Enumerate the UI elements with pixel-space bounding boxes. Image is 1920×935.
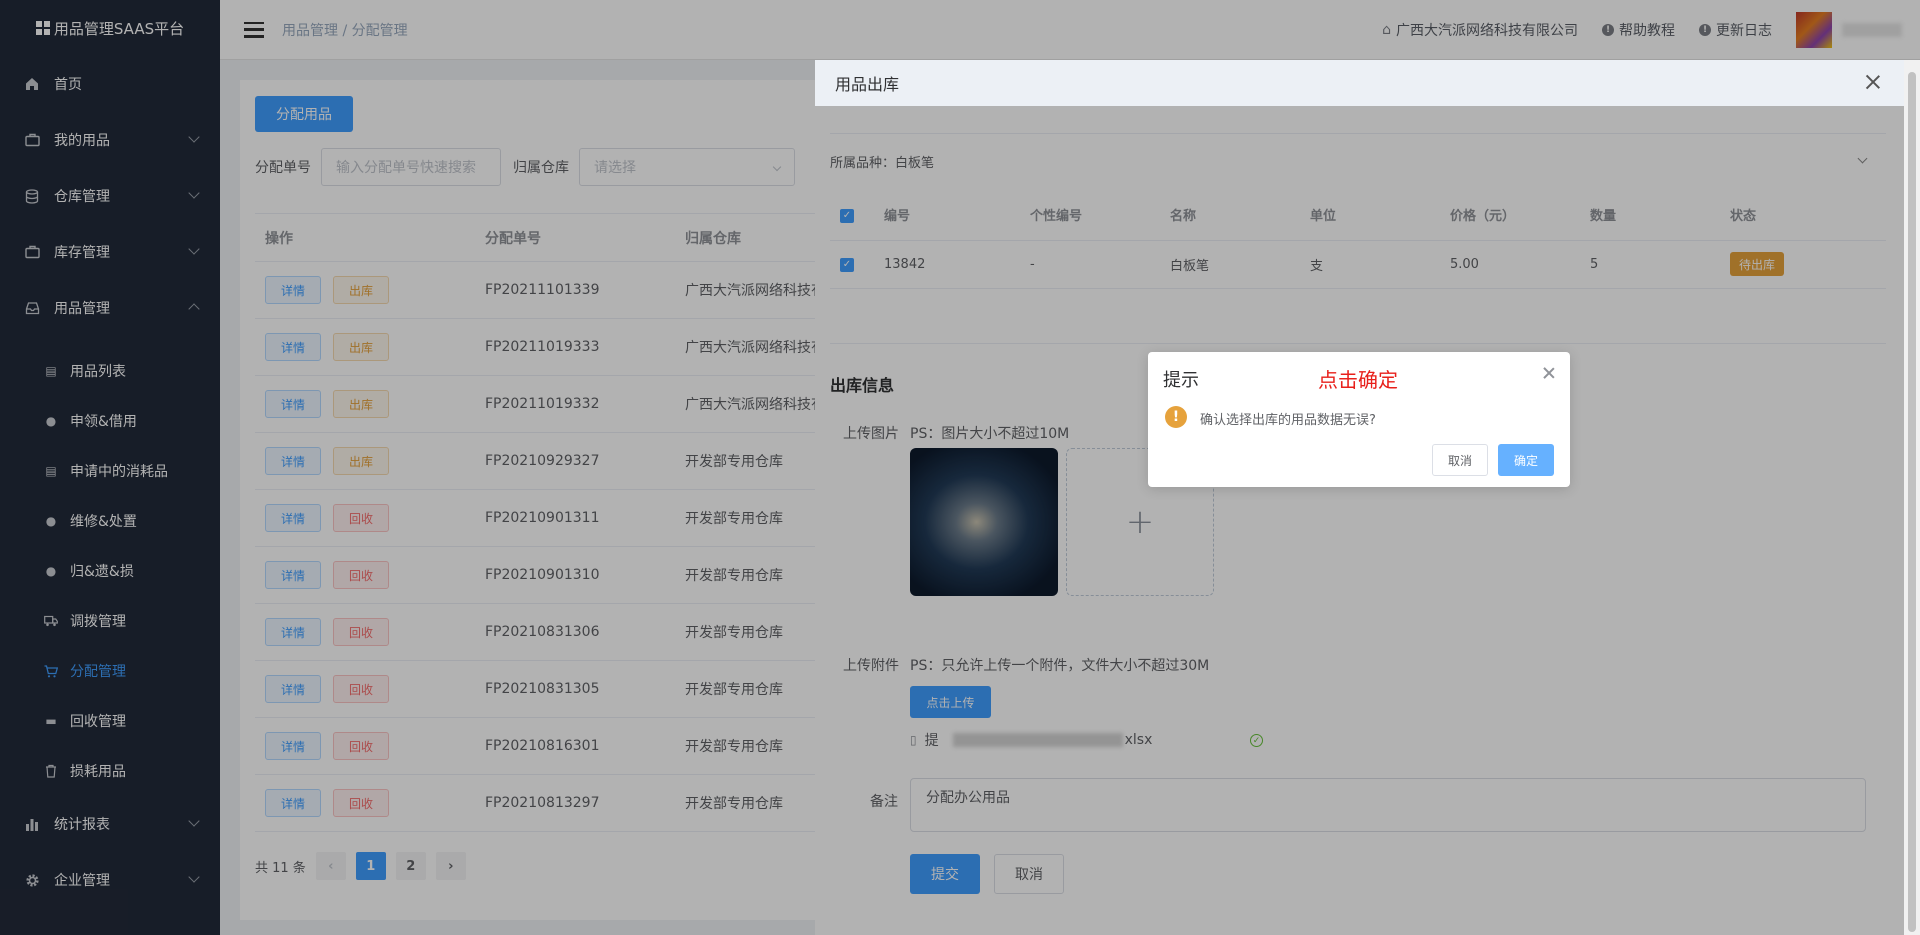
scrollbar[interactable] [1904,60,1920,935]
dialog-message: 确认选择出库的用品数据无误? [1200,413,1376,428]
close-icon[interactable] [1864,73,1882,91]
warning-icon: ! [1165,406,1187,428]
confirm-dialog: 提示 点击确定 ! 确认选择出库的用品数据无误? 取消 确定 [1148,352,1570,487]
dialog-annotation: 点击确定 [1318,368,1398,392]
drawer-dim-overlay[interactable] [815,106,1904,935]
dialog-cancel-button[interactable]: 取消 [1432,444,1488,476]
close-icon[interactable] [1542,366,1556,380]
dialog-confirm-button[interactable]: 确定 [1498,444,1554,476]
drawer-title: 用品出库 [835,75,900,94]
drawer-header: 用品出库 [815,60,1904,106]
dialog-title: 提示 [1163,370,1199,391]
